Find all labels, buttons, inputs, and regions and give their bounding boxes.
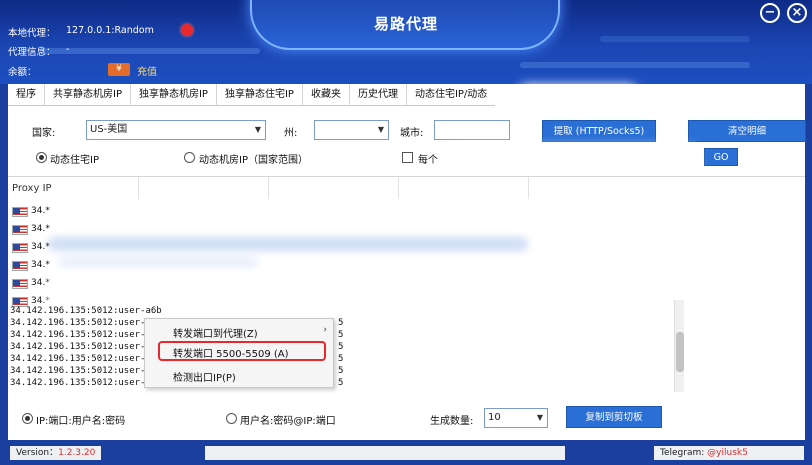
format-ip-port-user-pass-label: IP:端口:用户名:密码 <box>36 416 126 427</box>
chevron-right-icon: › <box>323 325 327 335</box>
output-line-suffix: 5 <box>338 330 344 340</box>
dynamic-residential-label: 动态住宅IP <box>50 155 99 166</box>
tab-bar: 程序 共享静态机房IP 独享静态机房IP 独享静态住宅IP 收藏夹 历史代理 动… <box>8 84 496 106</box>
format-user-pass-at-ip-radio[interactable] <box>226 413 237 424</box>
list-item-ip[interactable]: 34.* <box>31 260 50 270</box>
go-button[interactable]: GO <box>704 148 738 166</box>
us-flag-icon <box>12 225 28 235</box>
count-value: 10 <box>488 412 501 423</box>
list-item-ip[interactable]: 34.* <box>31 242 50 252</box>
count-label: 生成数量: <box>430 416 474 427</box>
status-dot-icon <box>181 24 193 36</box>
minimize-icon[interactable]: − <box>760 3 780 23</box>
country-select[interactable]: US-美国 ▼ <box>86 120 266 140</box>
per-checkbox[interactable] <box>402 152 413 163</box>
country-label: 国家: <box>32 128 56 139</box>
local-proxy-value: 127.0.0.1:Random <box>66 25 154 36</box>
version-info: Version：1.2.3.20 <box>10 446 102 460</box>
output-scrollbar[interactable] <box>674 300 684 392</box>
balance-row: 余额： <box>8 64 37 78</box>
scrollbar-thumb[interactable] <box>676 332 684 372</box>
tab-dedicated-static-residential[interactable]: 独享静态住宅IP <box>217 84 303 106</box>
highlight-box <box>158 341 326 361</box>
menu-item-check-exit-ip[interactable]: 检测出口IP(P) <box>173 369 236 384</box>
us-flag-icon <box>12 261 28 271</box>
copy-to-clipboard-button[interactable]: 复制到剪切板 <box>566 406 662 428</box>
output-line: 34.142.196.135:5012:user-a6b <box>10 306 162 316</box>
output-line: 34.142.196.135:5012:user-a6b <box>10 378 162 388</box>
extract-button[interactable]: 提取 (HTTP/Socks5) <box>542 120 656 142</box>
local-proxy-label: 本地代理： <box>8 28 56 39</box>
output-line: 34.142.196.135:5012:user-a6b <box>10 318 162 328</box>
dynamic-datacenter-label: 动态机房IP（国家范围） <box>199 155 308 166</box>
yen-icon[interactable]: ¥ <box>108 63 130 76</box>
blurred-region <box>448 146 698 174</box>
tab-dedicated-static-dc[interactable]: 独享静态机房IP <box>131 84 217 106</box>
list-item-ip[interactable]: 34.* <box>31 278 50 288</box>
blurred-region <box>518 84 638 106</box>
country-value: US-美国 <box>90 124 128 135</box>
status-bar: Version：1.2.3.20 Telegram: @yilusk5 <box>0 440 812 465</box>
blurred-region <box>58 257 258 267</box>
count-select[interactable]: 10 ▼ <box>484 408 548 428</box>
output-line-suffix: 5 <box>338 354 344 364</box>
format-user-pass-at-ip-label: 用户名:密码@IP:端口 <box>240 416 336 427</box>
per-checkbox-label: 每个 <box>418 155 438 166</box>
chevron-down-icon: ▼ <box>254 125 261 134</box>
menu-item-forward-to-proxy[interactable]: 转发端口到代理(Z) <box>173 325 258 340</box>
us-flag-icon <box>12 207 28 217</box>
telegram-label: Telegram: <box>660 448 705 458</box>
dynamic-datacenter-radio[interactable] <box>184 152 195 163</box>
close-icon[interactable]: × <box>787 3 807 23</box>
dynamic-residential-radio[interactable] <box>36 152 47 163</box>
state-label: 州: <box>284 128 298 139</box>
proxy-info-label: 代理信息： <box>8 47 56 58</box>
header-decoration <box>600 36 750 42</box>
output-line-suffix: 5 <box>338 378 344 388</box>
output-line: 34.142.196.135:5012:user-a6b <box>10 342 162 352</box>
proxy-ip-column-header: Proxy IP <box>12 183 52 194</box>
telegram-handle[interactable]: @yilusk5 <box>707 448 748 458</box>
us-flag-icon <box>12 243 28 253</box>
header-decoration <box>520 62 750 68</box>
recharge-link[interactable]: 充值 <box>137 63 157 78</box>
city-label: 城市: <box>400 128 424 139</box>
clear-button[interactable]: 清空明细 <box>688 120 806 142</box>
output-line-suffix: 5 <box>338 342 344 352</box>
output-line: 34.142.196.135:5012:user-a6b <box>10 354 162 364</box>
main-panel: 程序 共享静态机房IP 独享静态机房IP 独享静态住宅IP 收藏夹 历史代理 动… <box>8 84 806 440</box>
context-menu: 转发端口到代理(Z) › 转发端口 5500-5509 (A) 检测出口IP(P… <box>144 318 334 388</box>
tab-dynamic-residential[interactable]: 动态住宅IP/动态 <box>407 84 495 106</box>
chevron-down-icon: ▼ <box>536 413 543 422</box>
format-options: IP:端口:用户名:密码 用户名:密码@IP:端口 生成数量: 10 ▼ 复制到… <box>8 394 805 440</box>
header-decoration <box>40 48 260 54</box>
us-flag-icon <box>12 279 28 289</box>
version-label: Version： <box>16 448 59 458</box>
output-text-area[interactable]: 34.142.196.135:5012:user-a6b 34.142.196.… <box>10 302 680 390</box>
version-value: 1.2.3.20 <box>58 448 96 458</box>
tab-shared-static-dc[interactable]: 共享静态机房IP <box>45 84 131 106</box>
format-ip-port-user-pass-radio[interactable] <box>22 413 33 424</box>
tab-history[interactable]: 历史代理 <box>350 84 407 106</box>
output-line: 34.142.196.135:5012:user-a6b <box>10 330 162 340</box>
balance-label: 余额： <box>8 67 37 78</box>
blurred-region <box>48 237 528 251</box>
output-line-suffix: 5 <box>338 366 344 376</box>
telegram-info[interactable]: Telegram: @yilusk5 <box>654 446 804 460</box>
state-select[interactable]: ▼ <box>314 120 389 140</box>
list-item-ip[interactable]: 34.* <box>31 224 50 234</box>
output-line: 34.142.196.135:5012:user-a6b <box>10 366 162 376</box>
status-message <box>205 446 565 460</box>
tab-program[interactable]: 程序 <box>8 84 45 106</box>
list-item-ip[interactable]: 34.* <box>31 206 50 216</box>
proxy-info-row: 代理信息： - <box>8 44 69 58</box>
city-input[interactable] <box>434 120 510 140</box>
proxy-info-value: - <box>66 44 70 55</box>
output-line-suffix: 5 <box>338 318 344 328</box>
tab-favorites[interactable]: 收藏夹 <box>303 84 350 106</box>
local-proxy-row: 本地代理： 127.0.0.1:Random <box>8 25 154 39</box>
chevron-down-icon: ▼ <box>377 125 384 134</box>
